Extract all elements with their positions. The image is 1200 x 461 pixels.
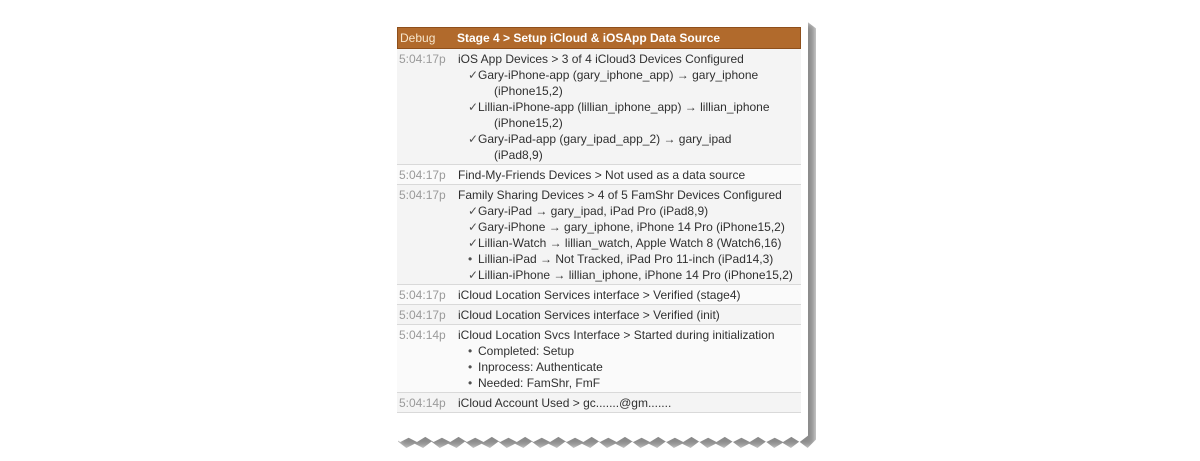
log-timestamp: 5:04:14p [399, 328, 446, 342]
bullet-icon: • [468, 360, 473, 374]
log-detail-item: ✓Gary-iPad-app (gary_ipad_app_2) → gary_… [458, 131, 801, 147]
log-detail-continuation: (iPad8,9) [494, 148, 543, 162]
log-entry: 5:04:14p iCloud Account Used > gc.......@… [397, 393, 801, 413]
log-entry: 5:04:17p iCloud Location Services interfa… [397, 285, 801, 305]
log-entry: 5:04:17p iCloud Location Services interfa… [397, 305, 801, 325]
log-header: Debug Stage 4 > Setup iCloud & iOSApp Da… [397, 27, 801, 49]
log-detail-text: Gary-iPad-app (gary_ipad_app_2) → gary_i… [478, 132, 732, 146]
log-detail-text: Needed: FamShr, FmF [478, 376, 601, 390]
checkmark-icon: ✓ [468, 68, 479, 82]
log-detail-text: Gary-iPad → gary_ipad, iPad Pro (iPad8,9… [478, 204, 709, 218]
log-detail-text: Gary-iPhone-app (gary_iphone_app) → gary… [478, 68, 759, 82]
log-timestamp: 5:04:17p [399, 308, 446, 322]
log-detail-continuation: (iPhone15,2) [494, 84, 563, 98]
log-message-text: Find-My-Friends Devices > Not used as a … [458, 168, 746, 182]
log-detail-continuation: (iPhone15,2) [494, 116, 563, 130]
log-timestamp: 5:04:17p [399, 188, 446, 202]
log-detail-item: ✓Gary-iPad → gary_ipad, iPad Pro (iPad8,… [458, 203, 801, 219]
checkmark-icon: ✓ [468, 220, 479, 234]
bullet-icon: • [468, 376, 473, 390]
log-level-label: Debug [400, 31, 436, 45]
log-detail-item: ✓Lillian-iPhone-app (lillian_iphone_app)… [458, 99, 801, 115]
log-message: iCloud Location Services interface > Ver… [458, 287, 801, 303]
log-detail-item: • Lillian-iPad → Not Tracked, iPad Pro 11… [458, 251, 801, 267]
log-entry: 5:04:17p iOS App Devices > 3 of 4 iCloud3… [397, 49, 801, 165]
log-detail-text: Inprocess: Authenticate [478, 360, 603, 374]
bullet-icon: • [468, 252, 473, 266]
log-detail-item: ✓Lillian-iPhone → lillian_iphone, iPhone… [458, 267, 801, 283]
log-timestamp: 5:04:17p [399, 52, 446, 66]
log-detail-item: ✓Gary-iPhone → gary_iphone, iPhone 14 Pr… [458, 219, 801, 235]
log-message-text: iCloud Location Svcs Interface > Started… [458, 328, 775, 342]
log-message: iCloud Location Svcs Interface > Started… [458, 327, 801, 391]
bullet-icon: • [468, 344, 473, 358]
log-message-text: Family Sharing Devices > 4 of 5 FamShr D… [458, 188, 782, 202]
log-entry: 5:04:17p Family Sharing Devices > 4 of 5 … [397, 185, 801, 285]
log-detail-item: • Completed: Setup [458, 343, 801, 359]
log-message: iCloud Account Used > gc.......@gm......… [458, 395, 801, 411]
log-message: Find-My-Friends Devices > Not used as a … [458, 167, 801, 183]
log-message-text: iOS App Devices > 3 of 4 iCloud3 Devices… [458, 52, 744, 66]
checkmark-icon: ✓ [468, 236, 479, 250]
event-log: Debug Stage 4 > Setup iCloud & iOSApp Da… [397, 27, 801, 413]
log-detail-text: Completed: Setup [478, 344, 575, 358]
stage-title: Stage 4 > Setup iCloud & iOSApp Data Sou… [457, 31, 721, 45]
log-detail-text: Gary-iPhone → gary_iphone, iPhone 14 Pro… [478, 220, 785, 234]
log-message-text: iCloud Account Used > gc.......@gm......… [458, 396, 672, 410]
log-detail-text: Lillian-iPhone → lillian_iphone, iPhone … [478, 268, 793, 282]
log-detail-item: ✓Lillian-Watch → lillian_watch, Apple Wa… [458, 235, 801, 251]
checkmark-icon: ✓ [468, 132, 479, 146]
log-detail-item: • Inprocess: Authenticate [458, 359, 801, 375]
log-message: iOS App Devices > 3 of 4 iCloud3 Devices… [458, 51, 801, 163]
checkmark-icon: ✓ [468, 100, 479, 114]
checkmark-icon: ✓ [468, 204, 479, 218]
log-entries: 5:04:17p iOS App Devices > 3 of 4 iCloud3… [397, 49, 801, 413]
log-timestamp: 5:04:17p [399, 168, 446, 182]
log-detail-text: Lillian-iPhone-app (lillian_iphone_app) … [478, 100, 770, 114]
log-message-text: iCloud Location Services interface > Ver… [458, 288, 741, 302]
log-entry: 5:04:14p iCloud Location Svcs Interface >… [397, 325, 801, 393]
log-message: Family Sharing Devices > 4 of 5 FamShr D… [458, 187, 801, 283]
log-detail-item: ✓Gary-iPhone-app (gary_iphone_app) → gar… [458, 67, 801, 83]
log-timestamp: 5:04:17p [399, 288, 446, 302]
log-message: iCloud Location Services interface > Ver… [458, 307, 801, 323]
log-detail-item: • Needed: FamShr, FmF [458, 375, 801, 391]
log-detail-text: Lillian-iPad → Not Tracked, iPad Pro 11-… [478, 252, 774, 266]
log-message-text: iCloud Location Services interface > Ver… [458, 308, 720, 322]
log-timestamp: 5:04:14p [399, 396, 446, 410]
log-detail-text: Lillian-Watch → lillian_watch, Apple Wat… [478, 236, 782, 250]
checkmark-icon: ✓ [468, 268, 479, 282]
log-entry: 5:04:17p Find-My-Friends Devices > Not us… [397, 165, 801, 185]
